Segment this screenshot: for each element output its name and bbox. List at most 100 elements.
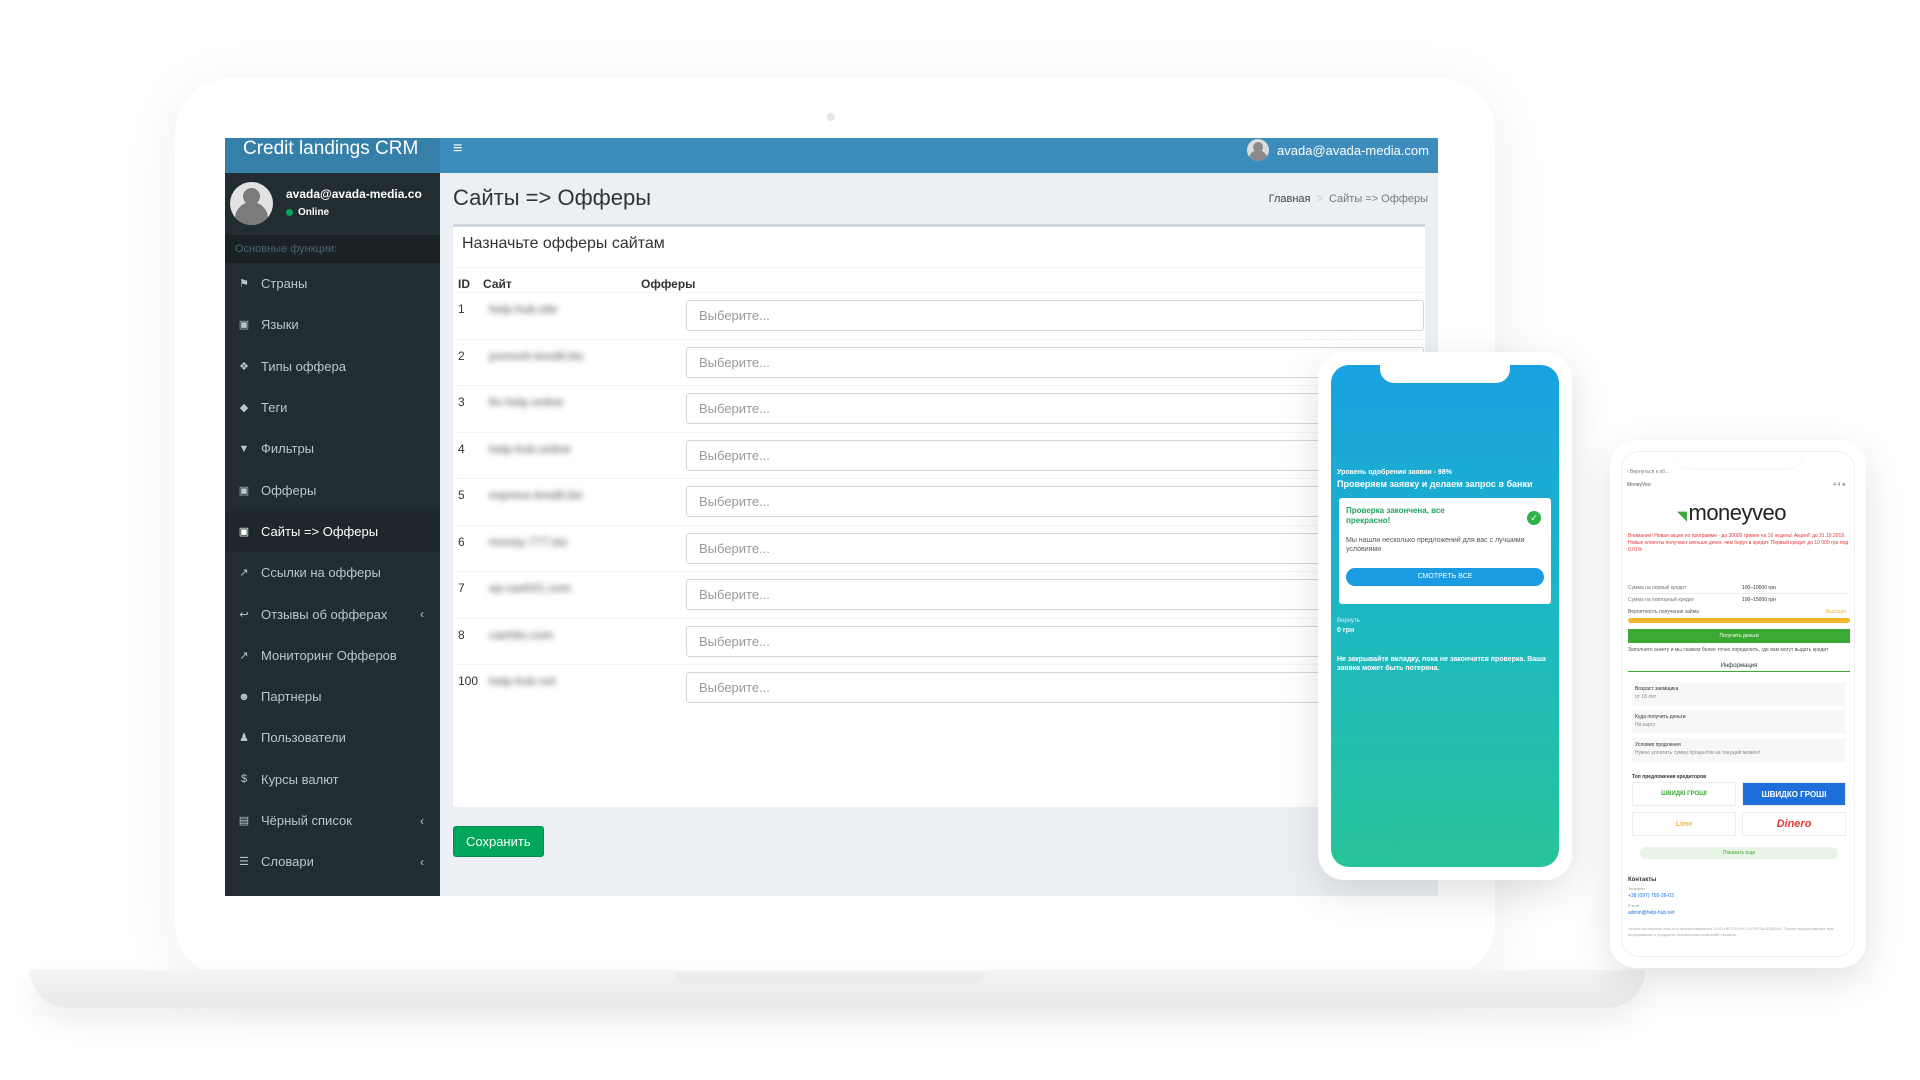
lender-logo[interactable]: Lime <box>1632 812 1736 836</box>
save-button[interactable]: Сохранить <box>453 826 544 857</box>
phone-mockup-checking: Уровень одобрения заявки - 98% Проверяем… <box>1318 352 1572 880</box>
sidebar-toggle-icon[interactable]: ≡ <box>453 140 462 158</box>
sidebar-item[interactable]: ▣ Языки <box>225 304 440 345</box>
get-money-button[interactable]: Получить деньги <box>1628 629 1850 643</box>
column-header-offers: Офферы <box>641 277 696 291</box>
lender-logo[interactable]: Dinero <box>1742 812 1846 836</box>
phone-screen: Уровень одобрения заявки - 98% Проверяем… <box>1331 365 1559 867</box>
sum-label: Вернуть <box>1337 618 1360 624</box>
info-key: Возраст заемщика <box>1635 686 1679 692</box>
column-header-site: Сайт <box>483 277 512 291</box>
sidebar-item[interactable]: ☻ Партнеры <box>225 676 440 717</box>
row-site: ep-cash01.com <box>489 581 572 595</box>
info-title: Информация <box>1628 663 1850 672</box>
avatar <box>1247 139 1270 161</box>
sidebar-item[interactable]: ↗ Мониторинг Офферов <box>225 635 440 676</box>
row-site: help-hub.site <box>489 302 558 316</box>
result-card: Проверка закончена, все прекрасно! ✓ Мы … <box>1339 498 1551 604</box>
sidebar-item[interactable]: ◆ Теги <box>225 387 440 428</box>
offers-select[interactable]: Выберите... <box>686 625 1424 657</box>
sidebar-item[interactable]: ▣ Сайты => Офферы <box>225 510 440 553</box>
offers-select[interactable]: Выберите... <box>686 300 1424 331</box>
sidebar-item[interactable]: ⚑ Страны <box>225 263 440 304</box>
sidebar-item[interactable]: ↩ Отзывы об офферах ‹ <box>225 593 440 634</box>
online-status: Online <box>286 207 329 218</box>
sidebar-item[interactable]: ❖ Типы оффера <box>225 346 440 387</box>
offers-select[interactable]: Выберите... <box>686 439 1424 471</box>
brand-logo[interactable]: Credit landings CRM <box>225 138 440 173</box>
row-site: help-hub.online <box>489 441 572 456</box>
probability-value: Высокая <box>1825 609 1846 615</box>
sidebar-item[interactable]: ▤ Чёрный список ‹ <box>225 800 440 841</box>
main-content: Сайты => Офферы Главная > Сайты => Офферы … <box>440 173 1438 896</box>
sidebar-item-label: Курсы валют <box>261 771 339 787</box>
lender-logo[interactable]: ШВИДКО ГРОШІ <box>1742 782 1846 806</box>
breadcrumb-current: Сайты => Офферы <box>1328 193 1428 205</box>
status-text: Online <box>298 207 330 218</box>
user-panel: avada@avada-media.co Online <box>225 173 440 235</box>
offers-select[interactable]: Выберите... <box>686 579 1424 610</box>
row-site: pomosh-kredit.biz <box>489 348 584 363</box>
row-id: 8 <box>458 627 465 642</box>
sidebar-item-label: Сайты => Офферы <box>261 523 379 539</box>
email-label: E-mail <box>1628 903 1640 908</box>
phone-link[interactable]: +38 (097) 755-26-03 <box>1628 893 1674 899</box>
kv-row: Сумма на первый кредит 100–10000 грн <box>1628 585 1850 591</box>
offers-select[interactable]: Выберите... <box>686 486 1424 517</box>
kv-key: Сумма на первый кредит <box>1628 585 1687 591</box>
status-dot-icon <box>286 209 293 216</box>
avatar <box>230 182 273 225</box>
sidebar-item[interactable]: ▼ Фильтры <box>225 428 440 469</box>
box-divider <box>453 267 1425 268</box>
sidebar-item-label: Страны <box>261 276 308 292</box>
sidebar-item[interactable]: ☰ Словари ‹ <box>225 841 440 882</box>
dont-close-note: Не закрывайте вкладку, пока не закончитс… <box>1337 656 1546 672</box>
row-id: 2 <box>458 348 465 363</box>
footer-text: Услуги на портале help-hub предоставляют… <box>1628 926 1834 937</box>
sidebar-item-label: Партнеры <box>261 689 322 705</box>
row-site: help-hub.net <box>489 674 556 688</box>
breadcrumb-home[interactable]: Главная <box>1269 193 1311 205</box>
dollar-icon: $ <box>240 773 248 786</box>
sum-value: 0 грн <box>1337 627 1355 634</box>
row-site: fin-help.online <box>489 395 564 409</box>
breadcrumb-separator: > <box>1316 193 1323 205</box>
offers-select[interactable]: Выберите... <box>686 532 1424 564</box>
info-value: от 18 лет <box>1635 694 1657 700</box>
approval-rate: Уровень одобрения заявки - 98% <box>1337 469 1452 476</box>
row-id: 5 <box>458 488 465 502</box>
info-key: Условия продления <box>1635 742 1681 748</box>
sidebar-item-label: Мониторинг Офферов <box>261 647 397 663</box>
email-link[interactable]: admin@help-hub.net <box>1628 910 1675 916</box>
sidebar-item[interactable]: ▣ Офферы <box>225 469 440 510</box>
laptop-camera <box>827 113 835 121</box>
users-icon: ☻ <box>238 690 250 703</box>
checking-headline: Проверяем заявку и делаем запрос в банки <box>1337 479 1533 489</box>
chevron-left-icon: ‹ <box>420 607 424 622</box>
sidebar-item-label: Пользователи <box>261 730 346 746</box>
user-menu[interactable]: avada@avada-media.com <box>1247 139 1429 161</box>
file-icon: ▤ <box>238 815 250 827</box>
column-header-id: ID <box>458 277 470 291</box>
sidebar-item-label: Ссылки на офферы <box>261 565 381 581</box>
sidebar-item[interactable]: ↗ Ссылки на офферы <box>225 552 440 593</box>
crm-screen: Credit landings CRM ≡ avada@avada-media.… <box>225 138 1438 896</box>
sidebar-item[interactable]: ♟ Пользователи <box>225 717 440 758</box>
back-link[interactable]: ‹ Вернуться к об... <box>1627 469 1669 475</box>
offers-select[interactable]: Выберите... <box>686 672 1424 703</box>
lender-logo[interactable]: ШВИДКІ ГРОШІ <box>1632 782 1736 806</box>
sidebar-item-label: Теги <box>261 400 288 416</box>
info-value: На карту <box>1635 722 1656 728</box>
show-more-button[interactable]: Показать еще <box>1640 847 1838 859</box>
sidebar: avada@avada-media.co Online Основные фун… <box>225 173 440 896</box>
offers-select[interactable]: Выберите... <box>686 393 1424 424</box>
breadcrumb: Главная > Сайты => Офферы <box>1269 193 1428 205</box>
moneyveo-logo: ◥moneyveo <box>1677 500 1787 526</box>
offers-select[interactable]: Выберите... <box>686 346 1424 378</box>
sidebar-item[interactable]: $ Курсы валют <box>225 759 440 800</box>
info-block: Возраст заемщика от 18 лет <box>1632 682 1846 706</box>
show-all-button[interactable]: СМОТРЕТЬ ВСЕ <box>1346 568 1544 586</box>
sidebar-item-label: Фильтры <box>261 441 315 457</box>
sidebar-item-label: Чёрный список <box>261 813 352 828</box>
tag-icon: ◆ <box>239 402 249 415</box>
